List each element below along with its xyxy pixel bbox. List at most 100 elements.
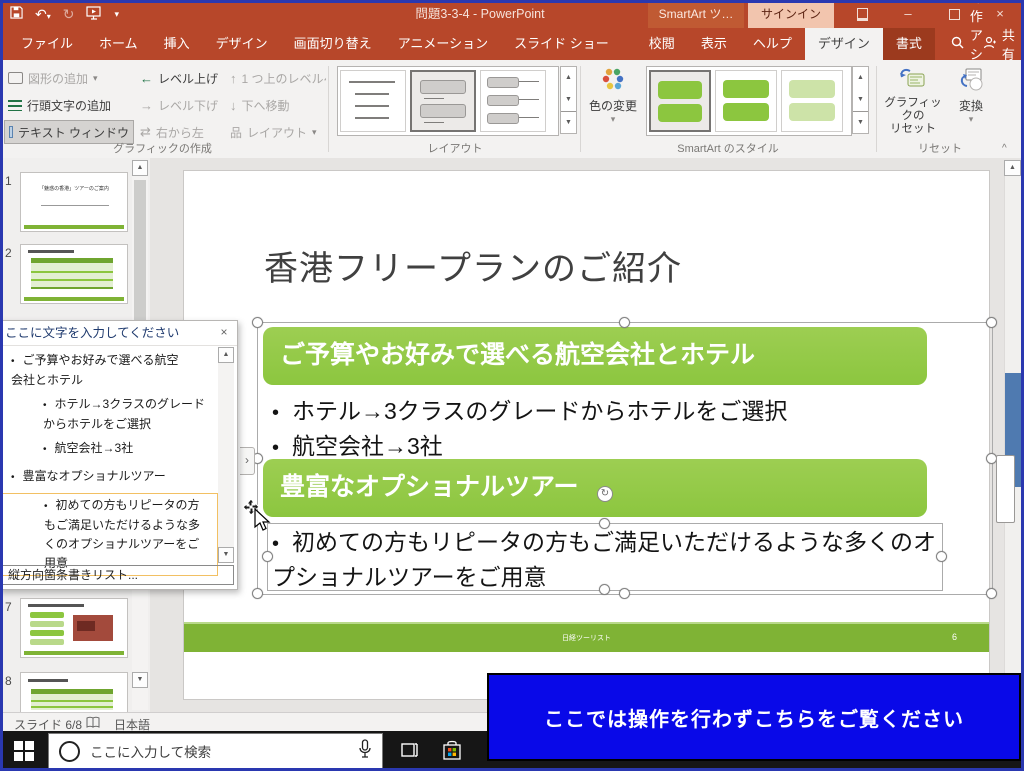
accessibility-icon[interactable] <box>86 716 100 731</box>
demote-button: → レベル下げ <box>140 93 226 117</box>
smartart-bullets-2[interactable]: 初めての方もリピータの方もご満足いただけるような多くのオプショナルツアーをご用意 <box>272 526 947 594</box>
scrollbar-thumb-box[interactable] <box>996 455 1015 523</box>
layout-option-3[interactable] <box>480 70 546 132</box>
search-placeholder: ここに入力して検索 <box>90 741 358 761</box>
smartart-bullets-1[interactable]: ホテル→3クラスのグレードからホテルをご選択 航空会社→3社 <box>272 395 947 465</box>
text-pane-item[interactable]: 豊富なオプショナルツアー <box>11 467 187 487</box>
selection-handle[interactable] <box>252 317 263 328</box>
slide-title[interactable]: 香港フリープランのご紹介 <box>264 241 682 290</box>
tab-animations[interactable]: アニメーション <box>385 28 501 60</box>
search-icon <box>951 36 964 52</box>
sign-in-button[interactable]: サインイン <box>748 0 834 28</box>
selection-handle[interactable] <box>252 588 263 599</box>
gallery-down-icon[interactable]: ▼ <box>561 89 576 111</box>
text-pane-collapse-button[interactable]: › <box>240 447 255 475</box>
rotate-handle-icon[interactable]: ↻ <box>597 486 613 502</box>
tab-help[interactable]: ヘルプ <box>740 28 805 60</box>
mic-icon[interactable] <box>358 739 372 764</box>
tab-smartart-design[interactable]: デザイン <box>805 28 883 60</box>
slide-footer-text: 日経ツーリスト <box>184 633 989 643</box>
layout-option-1[interactable] <box>340 70 406 132</box>
tab-transitions[interactable]: 画面切り替え <box>281 28 385 60</box>
tab-view[interactable]: 表示 <box>688 28 740 60</box>
selection-handle[interactable] <box>599 518 610 529</box>
text-pane-scrollbar[interactable]: ▲ ▼ <box>218 347 234 563</box>
selection-handle[interactable] <box>619 588 630 599</box>
tab-smartart-format[interactable]: 書式 <box>883 28 935 60</box>
slide-canvas[interactable]: 香港フリープランのご紹介 ご予算やお好みで選べる航空会社とホテル ホテル→3クラ… <box>183 170 990 700</box>
scrollbar-up-icon[interactable]: ▲ <box>1004 160 1021 176</box>
thumbnail-number: 2 <box>5 246 12 260</box>
tell-me-search[interactable]: 操作アシスト <box>951 28 983 60</box>
reset-graphic-button[interactable]: グラフィックの リセット <box>882 66 944 136</box>
share-button[interactable]: 共有 <box>983 28 1015 60</box>
selection-handle[interactable] <box>986 317 997 328</box>
taskbar-search-input[interactable]: ここに入力して検索 <box>48 733 383 769</box>
selection-handle[interactable] <box>619 317 630 328</box>
start-slideshow-icon[interactable] <box>86 6 102 23</box>
scrollbar-up-icon[interactable]: ▲ <box>132 160 148 176</box>
tab-insert[interactable]: 挿入 <box>151 28 203 60</box>
tab-design[interactable]: デザイン <box>203 28 281 60</box>
layout-option-2-selected[interactable] <box>410 70 476 132</box>
text-pane-item-selected[interactable]: 初めての方もリピータの方もご満足いただけるような多くのオプショナルツアーをご用意 <box>2 493 218 576</box>
task-view-icon[interactable] <box>398 739 422 763</box>
style-option-1-selected[interactable] <box>649 70 711 132</box>
close-icon[interactable]: × <box>215 323 233 341</box>
minimize-icon[interactable]: – <box>888 0 928 28</box>
gallery-more-icon[interactable]: ▼ <box>561 111 576 134</box>
gallery-up-icon[interactable]: ▲ <box>561 67 576 89</box>
thumbnail-number: 1 <box>5 174 12 188</box>
style-option-2[interactable] <box>715 70 777 132</box>
maximize-icon[interactable] <box>934 0 974 28</box>
contextual-tab-group-label: SmartArt ツ… <box>648 0 744 28</box>
scrollbar-up-icon[interactable]: ▲ <box>218 347 234 363</box>
smartart-heading-1[interactable]: ご予算やお好みで選べる航空会社とホテル <box>263 327 927 385</box>
tab-home[interactable]: ホーム <box>86 28 151 60</box>
tab-slideshow[interactable]: スライド ショー <box>501 28 622 60</box>
collapse-ribbon-icon[interactable]: ^ <box>1002 143 1007 154</box>
ribbon-display-options-icon[interactable] <box>842 0 882 28</box>
text-pane-item[interactable]: ホテル→3クラスのグレードからホテルをご選択 <box>43 395 207 434</box>
qat-customize-icon[interactable]: ▾ <box>114 9 119 20</box>
store-icon[interactable] <box>440 739 464 763</box>
tab-file[interactable]: ファイル <box>8 28 86 60</box>
close-icon[interactable]: × <box>980 0 1020 28</box>
person-icon <box>983 36 996 52</box>
demote-arrow-icon: → <box>140 98 153 113</box>
save-icon[interactable] <box>10 6 23 22</box>
gallery-up-icon[interactable]: ▲ <box>853 67 868 89</box>
smartart-heading-2[interactable]: 豊富なオプショナルツアー <box>263 459 927 517</box>
undo-icon[interactable]: ↶▾ <box>35 6 51 23</box>
tab-review[interactable]: 校閲 <box>636 28 688 60</box>
layout-gallery <box>337 66 559 136</box>
gallery-down-icon[interactable]: ▼ <box>853 89 868 111</box>
layout-gallery-scroll: ▲ ▼ ▼ <box>560 66 577 134</box>
selection-handle[interactable] <box>599 584 610 595</box>
slide-thumbnail-2[interactable] <box>20 244 128 304</box>
selection-handle[interactable] <box>986 588 997 599</box>
move-down-button: ↓ 下へ移動 <box>230 93 326 117</box>
convert-button[interactable]: 変換 ▾ <box>948 66 994 125</box>
add-bullet-button[interactable]: 行頭文字の追加 <box>8 93 132 117</box>
slide-thumbnail-8[interactable] <box>20 672 128 712</box>
selection-handle[interactable] <box>262 551 273 562</box>
slide-number: 6 <box>952 632 957 642</box>
text-pane-item[interactable]: ご予算やお好みで選べる航空会社とホテル <box>11 351 187 390</box>
org-chart-icon: 品 <box>230 124 242 141</box>
windows-start-icon[interactable] <box>14 741 34 766</box>
text-pane-item[interactable]: 航空会社→3社 <box>43 439 207 459</box>
slide-thumbnail-1[interactable]: 「魅惑の香港」ツアーのご案内 <box>20 172 128 232</box>
main-area: 1 「魅惑の香港」ツアーのご案内 2 7 <box>0 158 1024 712</box>
gallery-more-icon[interactable]: ▼ <box>853 111 868 134</box>
selection-handle[interactable] <box>936 551 947 562</box>
add-shape-icon <box>8 72 23 84</box>
style-option-3[interactable] <box>781 70 843 132</box>
slide-thumbnail-7[interactable] <box>20 598 128 658</box>
promote-button[interactable]: ← レベル上げ <box>140 66 226 90</box>
scrollbar-down-icon[interactable]: ▼ <box>132 672 148 688</box>
convert-icon <box>957 79 985 96</box>
move-down-arrow-icon: ↓ <box>230 98 237 113</box>
smartart-style-gallery <box>646 66 852 136</box>
scrollbar-down-icon[interactable]: ▼ <box>218 547 234 563</box>
